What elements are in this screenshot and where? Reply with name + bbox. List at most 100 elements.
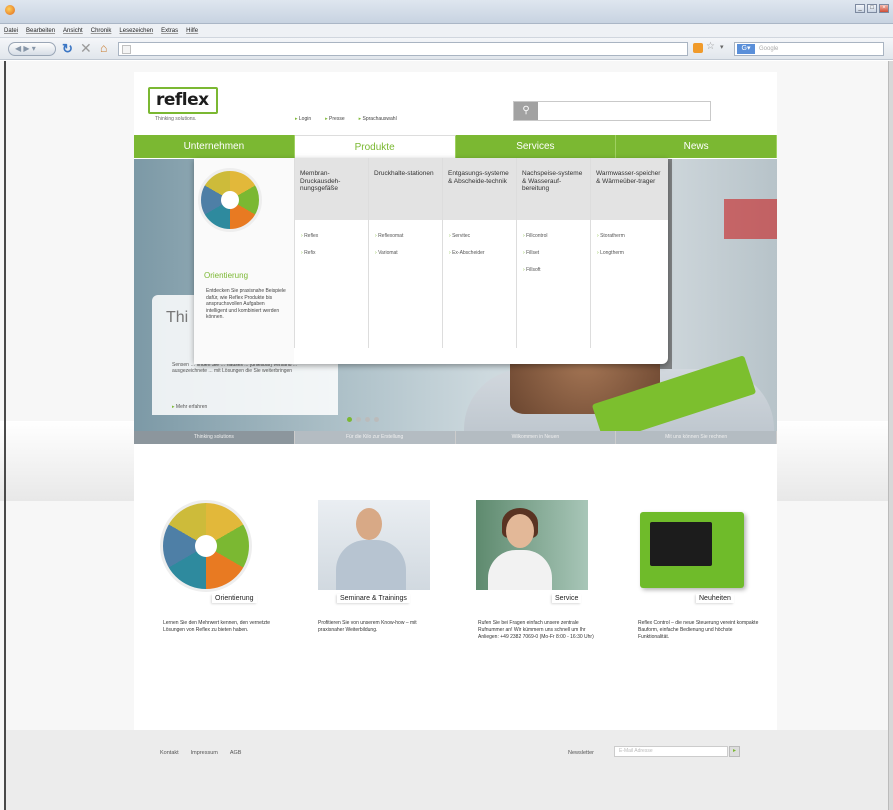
teaser-label[interactable]: Seminare & Trainings	[337, 594, 410, 603]
rss-icon[interactable]	[693, 43, 703, 53]
teaser-text: Profitieren Sie von unserem Know-how – m…	[318, 620, 417, 633]
column-heading[interactable]: Druckhalte-stationen	[369, 158, 442, 220]
dropdown-column: Druckhalte-stationen Reflexomat Variomat	[368, 158, 442, 348]
teaser-service-image[interactable]	[476, 500, 588, 590]
nav-services[interactable]: Services	[455, 135, 617, 158]
dropdown-item[interactable]: Fillsoft	[523, 267, 585, 273]
footer-link-terms[interactable]: AGB	[230, 750, 242, 756]
browser-menubar: Datei Bearbeiten Ansicht Chronik Lesezei…	[0, 24, 893, 38]
browser-search-input[interactable]: G▾ Google	[734, 42, 884, 56]
menu-tools[interactable]: Extras	[161, 28, 178, 34]
teaser-orientation-image[interactable]	[160, 500, 272, 592]
main-navigation: Unternehmen Produkte Services News	[134, 135, 777, 158]
orientation-wheel-icon	[160, 500, 252, 592]
orientation-title: Orientierung	[204, 271, 249, 280]
slide-tab[interactable]: Mit uns können Sie rechnen	[616, 431, 777, 444]
hero-more-link[interactable]: Mehr erfahren	[172, 404, 207, 410]
nav-news[interactable]: News	[616, 135, 777, 158]
minimize-button[interactable]: _	[855, 4, 865, 13]
dropdown-item[interactable]: Reflexomat	[375, 233, 437, 239]
newsletter-input[interactable]: E-Mail Adresse	[614, 746, 728, 757]
newsletter-label: Newsletter	[568, 750, 594, 756]
slide-tab[interactable]: Thinking solutions	[134, 431, 295, 444]
search-icon[interactable]: ⚲	[514, 102, 538, 120]
footer	[6, 730, 888, 810]
close-window-button[interactable]: ×	[879, 4, 889, 13]
menu-history[interactable]: Chronik	[91, 28, 112, 34]
link-login[interactable]: Login	[295, 116, 311, 122]
footer-links: Kontakt Impressum AGB	[160, 750, 241, 756]
url-bar[interactable]	[118, 42, 688, 56]
browser-titlebar: _ □ ×	[0, 0, 893, 24]
teaser-text: Rufen Sie bei Fragen einfach unsere zent…	[478, 620, 594, 640]
dropdown-column: Nachspeise-systeme & Wasserauf-bereitung…	[516, 158, 590, 348]
footer-link-imprint[interactable]: Impressum	[191, 750, 218, 756]
newsletter-submit-button[interactable]: ▸	[729, 746, 740, 757]
teaser-text: Lernen Sie den Mehrwert kennen, den vern…	[163, 620, 271, 633]
link-press[interactable]: Presse	[325, 116, 345, 122]
stop-icon[interactable]: ✕	[80, 40, 92, 57]
slide-tab[interactable]: Für die Kilo zur Erstellung	[294, 431, 456, 444]
back-forward-button[interactable]: ◀ ▶ ▾	[8, 42, 56, 56]
hero-title: Thi	[166, 309, 189, 326]
dropdown-item[interactable]: Longtherm	[597, 250, 663, 256]
column-heading[interactable]: Nachspeise-systeme & Wasserauf-bereitung	[517, 158, 590, 220]
link-language[interactable]: Sprachauswahl	[359, 116, 397, 122]
firefox-icon	[5, 5, 15, 15]
control-device	[640, 512, 744, 588]
menu-edit[interactable]: Bearbeiten	[26, 28, 55, 34]
dropdown-item[interactable]: Fillset	[523, 250, 585, 256]
google-search-icon[interactable]: G▾	[737, 44, 755, 54]
window-controls: _ □ ×	[855, 4, 889, 13]
menu-file[interactable]: Datei	[4, 28, 18, 34]
dropdown-item[interactable]: Reflex	[301, 233, 363, 239]
home-icon[interactable]: ⌂	[100, 41, 107, 55]
slider-dot[interactable]	[347, 417, 352, 422]
site-search-input[interactable]: ⚲	[513, 101, 711, 121]
dropdown-arrow-icon[interactable]: ▾	[720, 43, 724, 51]
column-heading[interactable]: Warmwasser-speicher & Wärmeüber-trager	[591, 158, 668, 220]
dropdown-item[interactable]: Ex-Abscheider	[449, 250, 511, 256]
quick-links: Login Presse Sprachauswahl	[295, 116, 397, 122]
tagline: Thinking solutions.	[155, 116, 197, 122]
nav-company[interactable]: Unternehmen	[134, 135, 295, 158]
orientation-wheel-icon	[198, 168, 262, 232]
column-heading[interactable]: Membran-Druckausdeh-nungsgefäße	[295, 158, 368, 220]
dropdown-item[interactable]: Fillcontrol	[523, 233, 585, 239]
dropdown-column: Entgasungs-systeme & Abscheide-technik S…	[442, 158, 516, 348]
dropdown-item[interactable]: Variomat	[375, 250, 437, 256]
menu-view[interactable]: Ansicht	[63, 28, 83, 34]
footer-link-contact[interactable]: Kontakt	[160, 750, 179, 756]
dropdown-column: Membran-Druckausdeh-nungsgefäße Reflex R…	[294, 158, 368, 348]
slider-dot[interactable]	[356, 417, 361, 422]
favicon-icon	[122, 45, 131, 54]
dropdown-item[interactable]: Storatherm	[597, 233, 663, 239]
menu-help[interactable]: Hilfe	[186, 28, 198, 34]
column-heading[interactable]: Entgasungs-systeme & Abscheide-technik	[443, 158, 516, 220]
orientation-panel[interactable]: Orientierung Entdecken Sie praxisnahe Be…	[194, 158, 294, 364]
slider-dots	[347, 417, 379, 422]
slider-dot[interactable]	[365, 417, 370, 422]
dropdown-item[interactable]: Refix	[301, 250, 363, 256]
browser-navbar: ◀ ▶ ▾ ↻ ✕ ⌂ ☆ ▾ G▾ Google	[0, 38, 893, 60]
slide-tab[interactable]: Wilkommen in Neuen	[455, 431, 617, 444]
teaser-label[interactable]: Orientierung	[212, 594, 257, 603]
window-frame-left	[4, 61, 6, 810]
dropdown-item[interactable]: Servitec	[449, 233, 511, 239]
slider-tabs: Thinking solutions Für die Kilo zur Erst…	[134, 431, 777, 444]
reflex-logo[interactable]: reflex	[148, 87, 218, 114]
teaser-label[interactable]: Neuheiten	[696, 594, 734, 603]
maximize-button[interactable]: □	[867, 4, 877, 13]
menu-bookmarks[interactable]: Lesezeichen	[119, 28, 153, 34]
teaser-text: Reflex Control – die neue Steuerung vere…	[638, 620, 759, 640]
scrollbar[interactable]	[888, 61, 893, 810]
products-dropdown: Orientierung Entdecken Sie praxisnahe Be…	[194, 158, 668, 364]
teaser-label[interactable]: Service	[552, 594, 582, 603]
dropdown-column: Warmwasser-speicher & Wärmeüber-trager S…	[590, 158, 668, 348]
bookmark-star-icon[interactable]: ☆	[706, 41, 715, 52]
teaser-news-image[interactable]	[636, 500, 748, 590]
slider-dot[interactable]	[374, 417, 379, 422]
teaser-seminars-image[interactable]	[318, 500, 430, 590]
nav-products[interactable]: Produkte	[294, 135, 456, 158]
reload-icon[interactable]: ↻	[62, 41, 73, 57]
